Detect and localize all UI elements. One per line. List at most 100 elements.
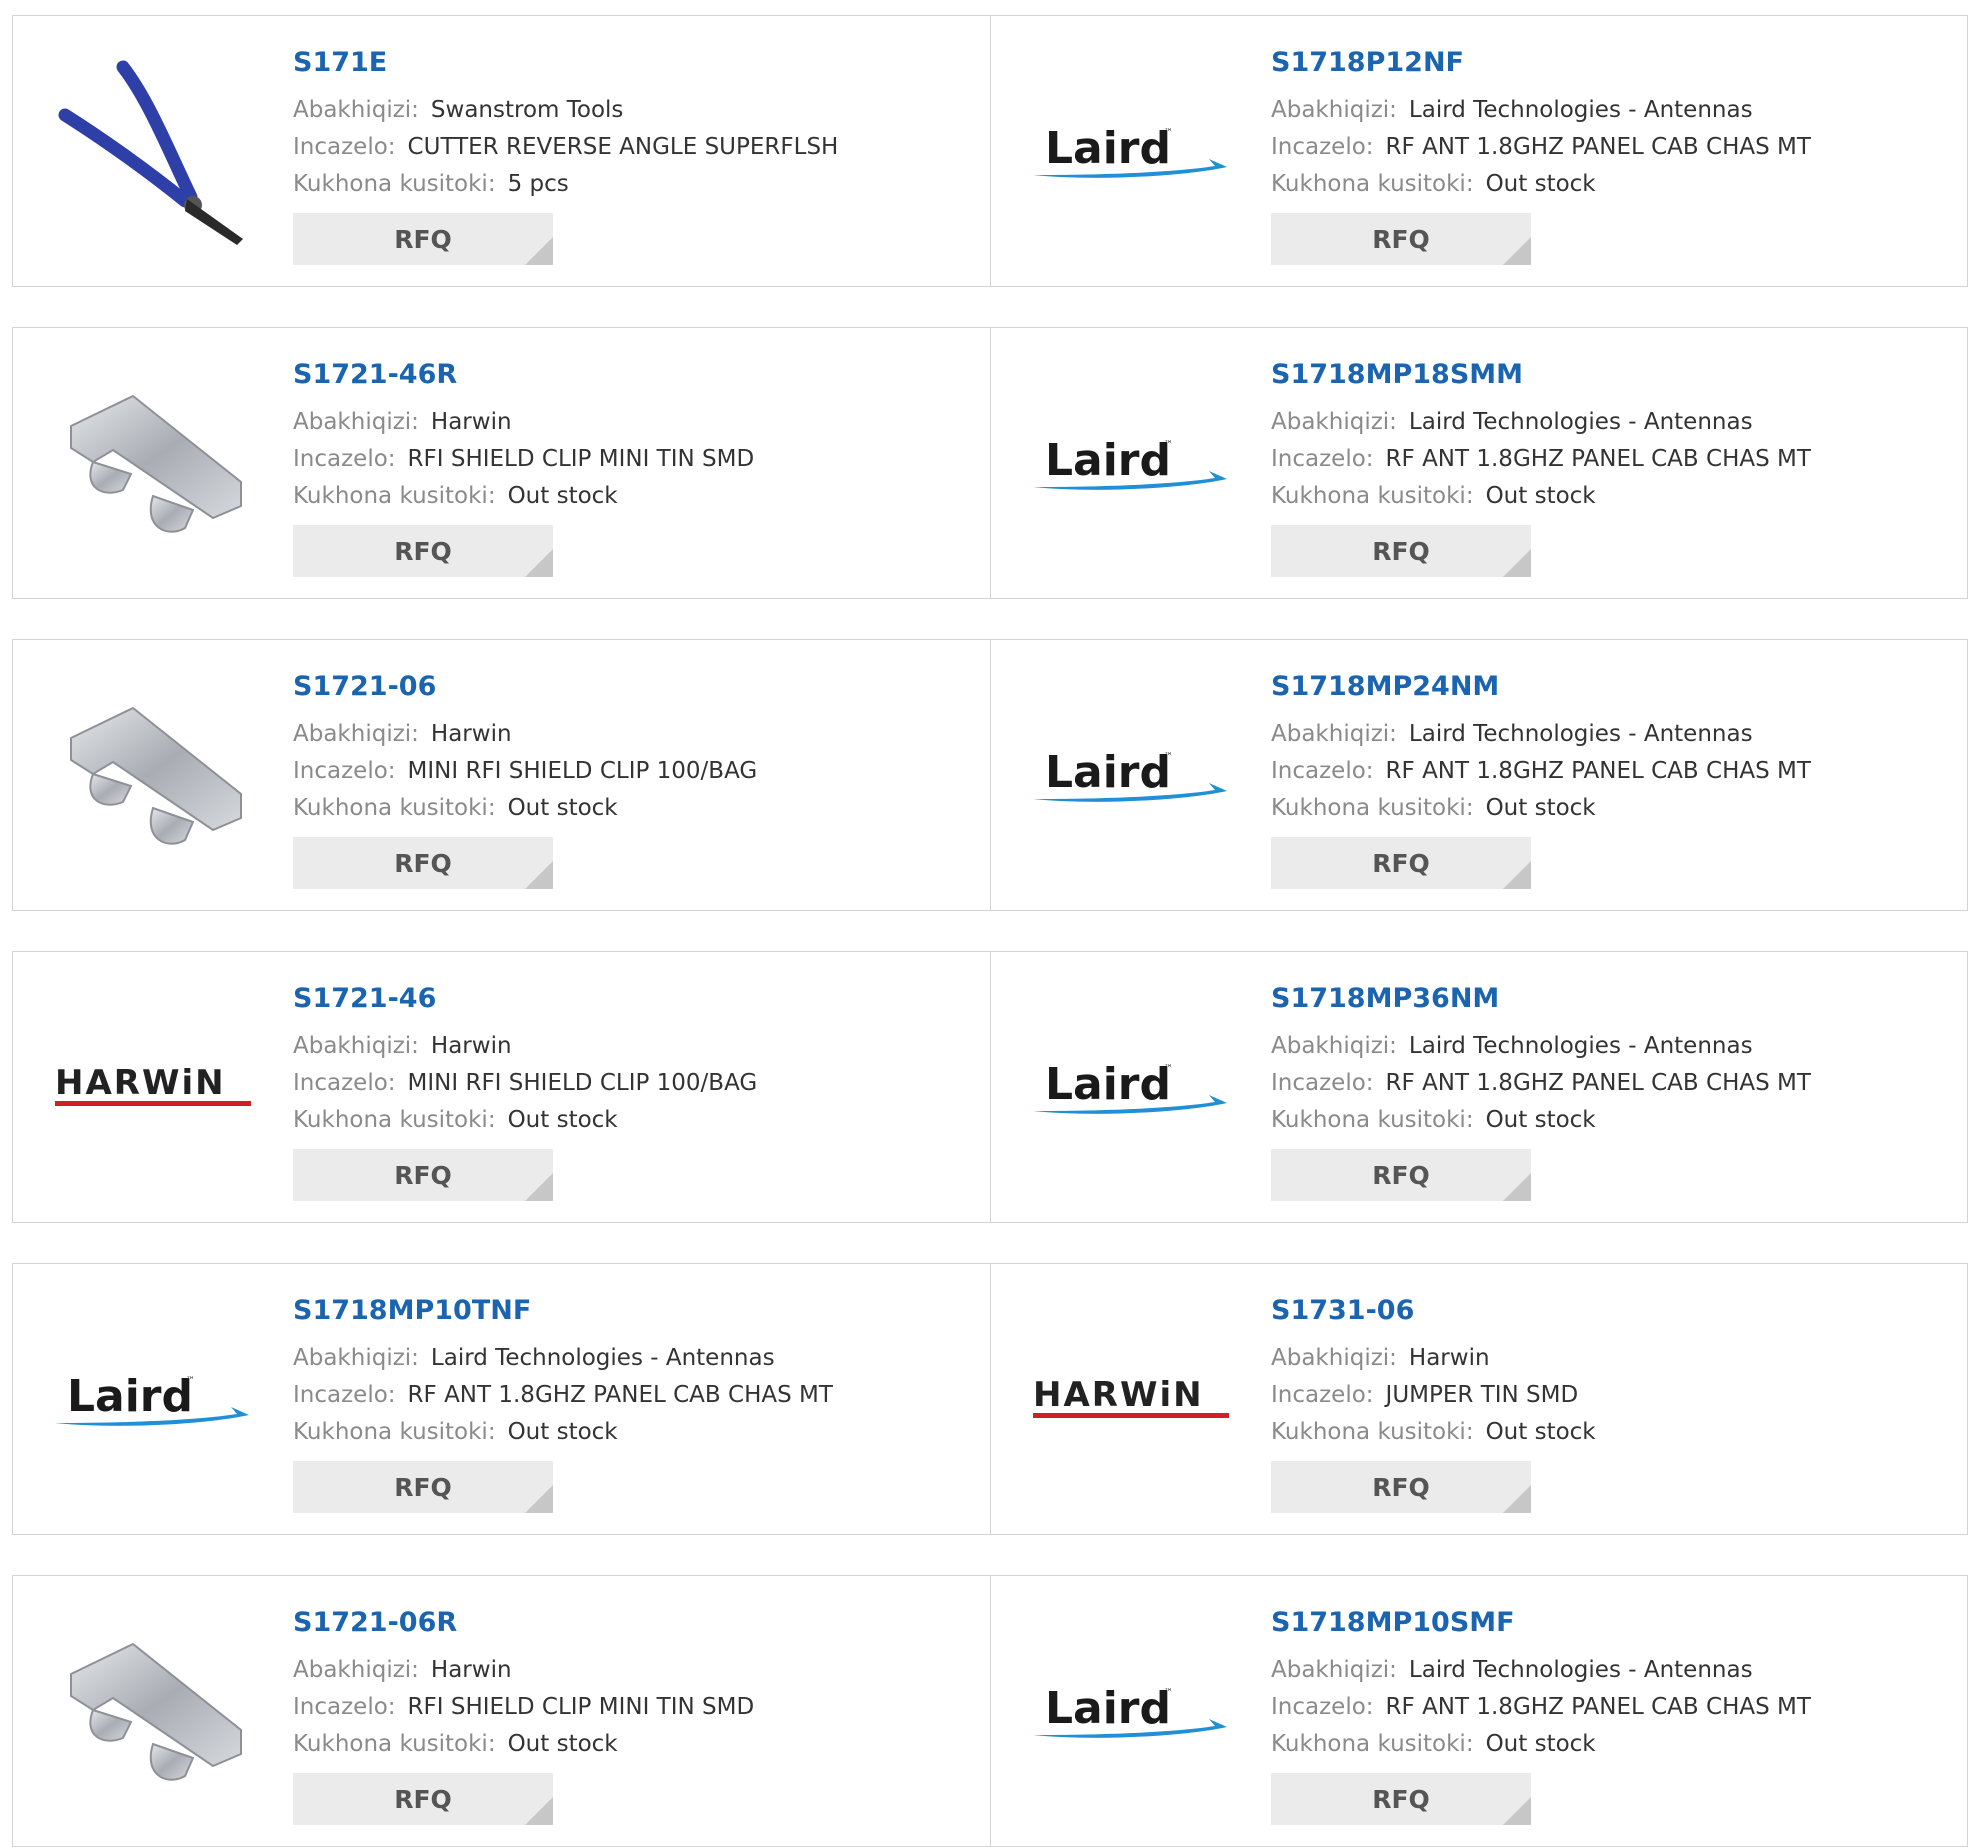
clip-tab-left (89, 460, 133, 494)
rfq-label: RFQ (394, 848, 452, 878)
part-number-link[interactable]: S171E (293, 46, 980, 80)
description-label: Incazelo: (293, 1382, 396, 1408)
shield-clip-image (70, 394, 242, 533)
laird-logo-text: Laird (1045, 747, 1171, 798)
clip-tab-right (149, 494, 195, 533)
stock-row: Kukhona kusitoki: Out stock (1271, 478, 1957, 515)
product-image[interactable]: Laird ™ (1031, 378, 1231, 553)
product-image[interactable]: Laird ™ (1031, 1626, 1231, 1801)
rfq-button[interactable]: RFQ (293, 1149, 553, 1201)
product-info: S1731-06 Abakhiqizi: Harwin Incazelo: JUMP… (1271, 1294, 1957, 1513)
product-image[interactable] (53, 60, 253, 245)
laird-logo: Laird ™ (1033, 747, 1227, 802)
description-label: Incazelo: (293, 1694, 396, 1720)
product-image[interactable]: Laird ™ (53, 1314, 253, 1489)
stock-row: Kukhona kusitoki: Out stock (1271, 1726, 1957, 1763)
clip-tab-left (89, 772, 133, 806)
description-value: RFI SHIELD CLIP MINI TIN SMD (407, 1694, 755, 1720)
product-info: S1718MP10SMF Abakhiqizi: Laird Technologi… (1271, 1606, 1957, 1825)
stock-row: Kukhona kusitoki: Out stock (293, 1102, 980, 1139)
stock-value: Out stock (1485, 483, 1596, 509)
product-info: S1718MP36NM Abakhiqizi: Laird Technologie… (1271, 982, 1957, 1201)
rfq-label: RFQ (394, 1160, 452, 1190)
description-label: Incazelo: (293, 134, 396, 160)
manufacturer-value: Laird Technologies - Antennas (430, 1345, 775, 1371)
product-image[interactable]: HARWiN (1031, 1314, 1231, 1489)
rfq-button[interactable]: RFQ (1271, 1149, 1531, 1201)
product-info: S1721-46R Abakhiqizi: Harwin Incazelo: RFI… (293, 358, 980, 577)
corner-decoration (525, 549, 553, 577)
part-number-link[interactable]: S1721-46 (293, 982, 980, 1016)
harwin-underline (1033, 1412, 1229, 1418)
description-value: RF ANT 1.8GHZ PANEL CAB CHAS MT (1385, 1694, 1811, 1720)
rfq-button[interactable]: RFQ (1271, 525, 1531, 577)
part-number-link[interactable]: S1731-06 (1271, 1294, 1957, 1328)
stock-label: Kukhona kusitoki: (293, 171, 496, 197)
stock-label: Kukhona kusitoki: (293, 1731, 496, 1757)
corner-decoration (525, 861, 553, 889)
laird-logo: Laird ™ (55, 1371, 249, 1426)
description-label: Incazelo: (1271, 134, 1374, 160)
product-row: S1721-46R Abakhiqizi: Harwin Incazelo: RFI… (12, 327, 1968, 599)
product-info: S171E Abakhiqizi: Swanstrom Tools Incazel… (293, 46, 980, 265)
part-number-link[interactable]: S1718MP24NM (1271, 670, 1957, 704)
laird-logo-text: Laird (1045, 123, 1171, 174)
rfq-button[interactable]: RFQ (1271, 837, 1531, 889)
rfq-label: RFQ (394, 1784, 452, 1814)
rfq-button[interactable]: RFQ (293, 1461, 553, 1513)
product-image[interactable] (53, 1626, 253, 1801)
stock-row: Kukhona kusitoki: Out stock (293, 478, 980, 515)
manufacturer-row: Abakhiqizi: Harwin (293, 1028, 980, 1065)
product-info: S1718MP18SMM Abakhiqizi: Laird Technologi… (1271, 358, 1957, 577)
stock-value: Out stock (507, 483, 618, 509)
product-card: Laird ™ S1718MP18SMM Abakhiqizi: Laird Te… (990, 328, 1967, 598)
rfq-button[interactable]: RFQ (293, 1773, 553, 1825)
product-image[interactable]: Laird ™ (1031, 1002, 1231, 1177)
product-image[interactable]: Laird ™ (1031, 66, 1231, 241)
description-label: Incazelo: (1271, 1070, 1374, 1096)
clip-tab-right (149, 1742, 195, 1781)
laird-logo: Laird ™ (1033, 435, 1227, 490)
product-card: S171E Abakhiqizi: Swanstrom Tools Incazel… (13, 16, 990, 286)
rfq-button[interactable]: RFQ (1271, 1773, 1531, 1825)
stock-value: Out stock (1485, 1107, 1596, 1133)
stock-value: Out stock (1485, 171, 1596, 197)
manufacturer-row: Abakhiqizi: Laird Technologies - Antennas (293, 1340, 980, 1377)
rfq-label: RFQ (1372, 224, 1430, 254)
product-image[interactable] (53, 378, 253, 553)
rfq-label: RFQ (394, 1472, 452, 1502)
corner-decoration (525, 1485, 553, 1513)
manufacturer-row: Abakhiqizi: Laird Technologies - Antennas (1271, 1652, 1957, 1689)
product-image[interactable]: Laird ™ (1031, 690, 1231, 865)
description-label: Incazelo: (293, 1070, 396, 1096)
product-card: Laird ™ S1718MP36NM Abakhiqizi: Laird Tec… (990, 952, 1967, 1222)
stock-label: Kukhona kusitoki: (293, 483, 496, 509)
description-row: Incazelo: JUMPER TIN SMD (1271, 1377, 1957, 1414)
part-number-link[interactable]: S1718MP10SMF (1271, 1606, 1957, 1640)
manufacturer-value: Harwin (430, 409, 512, 435)
manufacturer-value: Laird Technologies - Antennas (1408, 97, 1753, 123)
rfq-button[interactable]: RFQ (293, 837, 553, 889)
description-value: JUMPER TIN SMD (1385, 1382, 1579, 1408)
laird-logo-text: Laird (1045, 1683, 1171, 1734)
part-number-link[interactable]: S1718P12NF (1271, 46, 1957, 80)
rfq-button[interactable]: RFQ (293, 525, 553, 577)
product-image[interactable]: HARWiN (53, 1002, 253, 1177)
part-number-link[interactable]: S1721-06R (293, 1606, 980, 1640)
stock-label: Kukhona kusitoki: (1271, 1419, 1474, 1445)
manufacturer-value: Harwin (1408, 1345, 1490, 1371)
stock-row: Kukhona kusitoki: Out stock (1271, 1102, 1957, 1139)
rfq-button[interactable]: RFQ (1271, 213, 1531, 265)
part-number-link[interactable]: S1721-46R (293, 358, 980, 392)
part-number-link[interactable]: S1718MP18SMM (1271, 358, 1957, 392)
part-number-link[interactable]: S1721-06 (293, 670, 980, 704)
rfq-button[interactable]: RFQ (293, 213, 553, 265)
description-label: Incazelo: (1271, 1694, 1374, 1720)
stock-row: Kukhona kusitoki: Out stock (1271, 790, 1957, 827)
stock-row: Kukhona kusitoki: 5 pcs (293, 166, 980, 203)
part-number-link[interactable]: S1718MP10TNF (293, 1294, 980, 1328)
product-image[interactable] (53, 690, 253, 865)
rfq-button[interactable]: RFQ (1271, 1461, 1531, 1513)
rfq-label: RFQ (394, 536, 452, 566)
part-number-link[interactable]: S1718MP36NM (1271, 982, 1957, 1016)
